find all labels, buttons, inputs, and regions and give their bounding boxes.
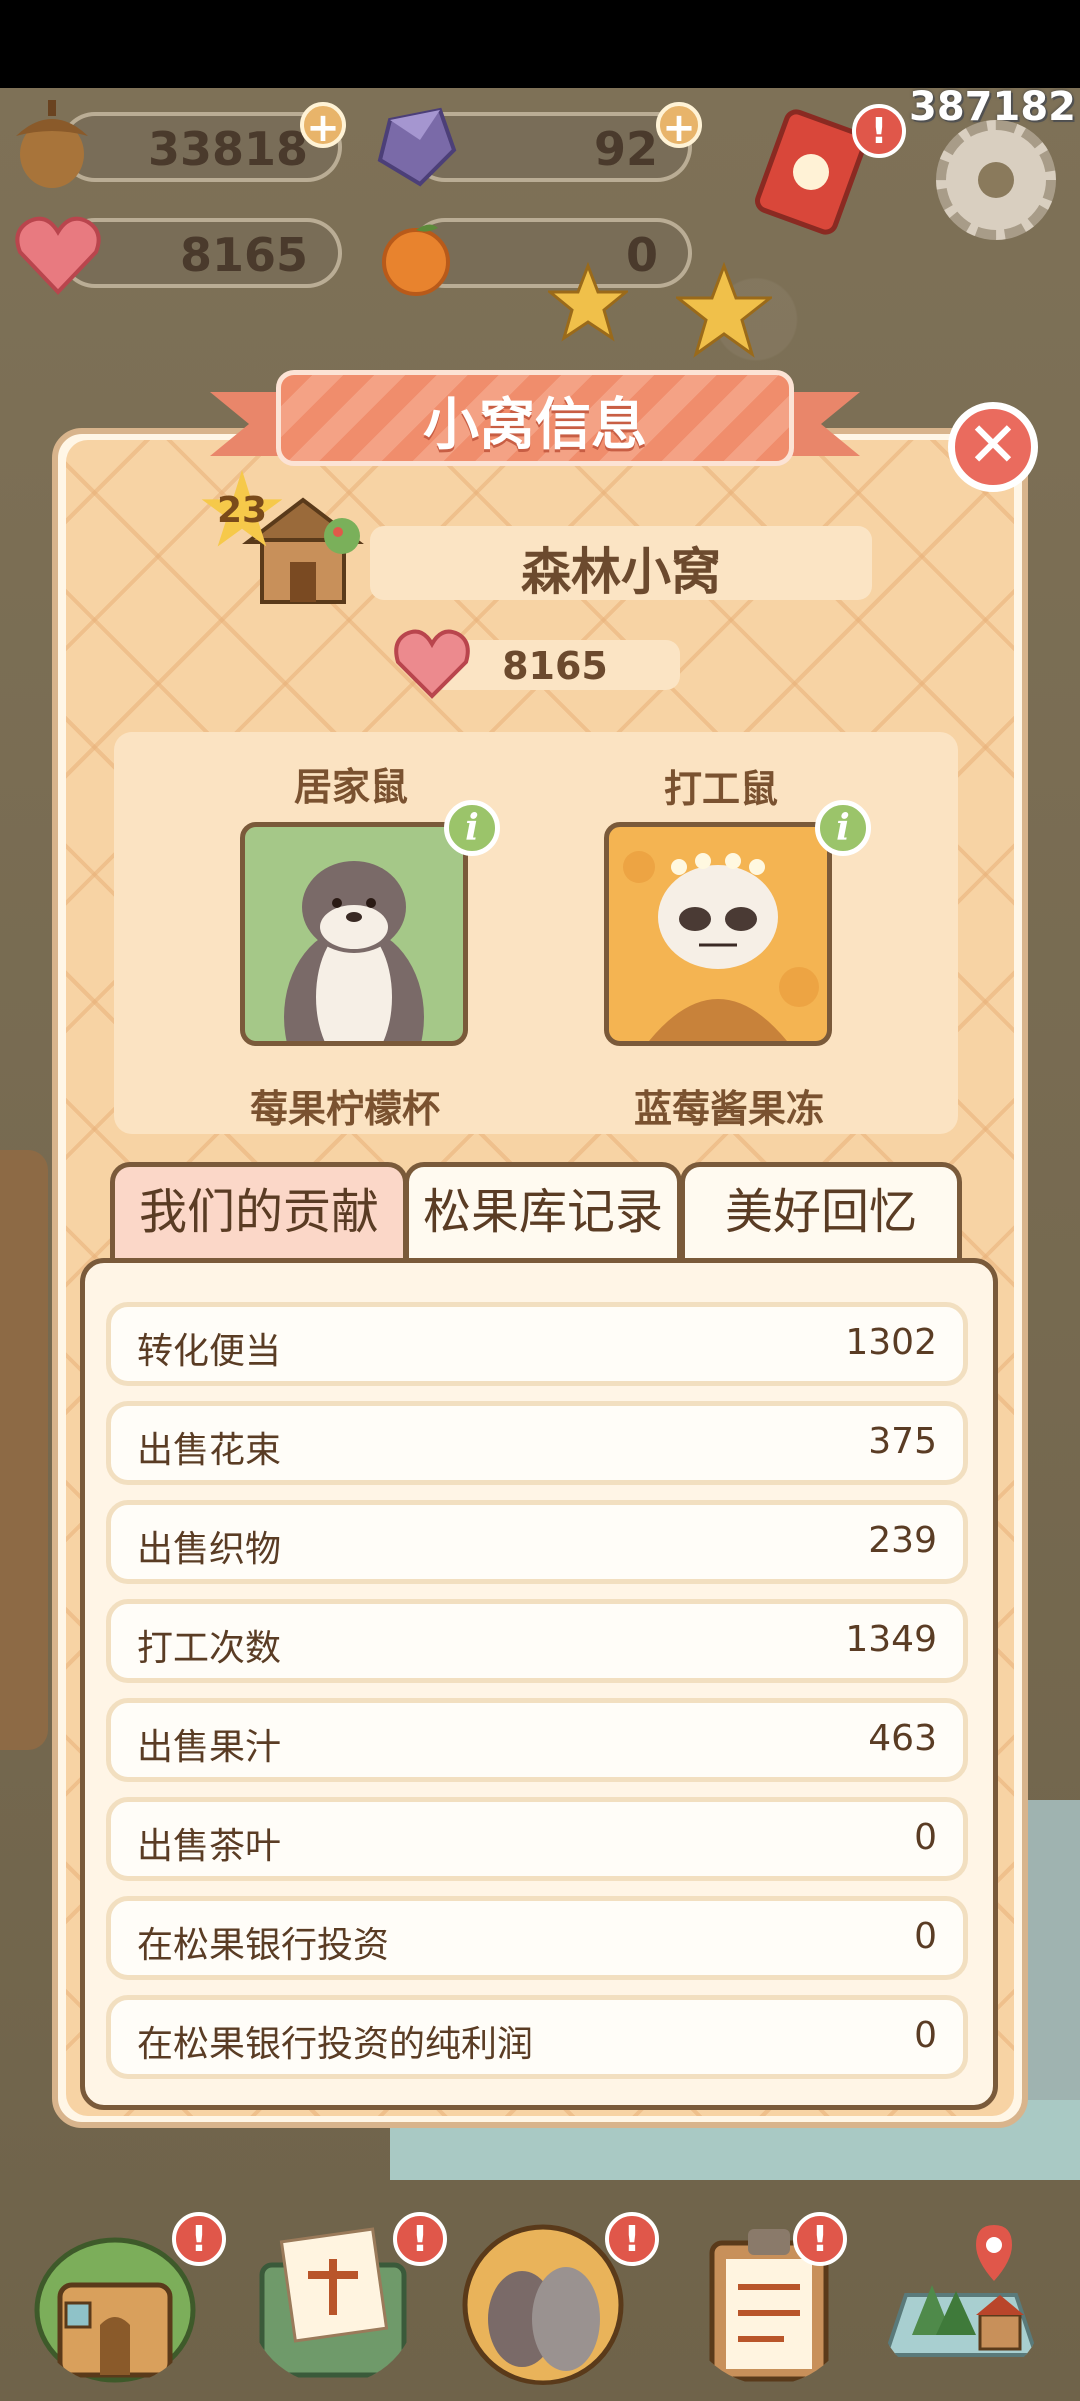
- stat-value: 0: [914, 1817, 937, 1858]
- crystal-icon: [377, 107, 457, 187]
- wall-cabinet-decoration: [0, 1150, 48, 1750]
- stat-row: 出售果汁 463: [106, 1698, 968, 1782]
- gift-alert-badge: !: [852, 104, 906, 158]
- stat-label: 出售花束: [137, 1430, 282, 1471]
- stat-value: 375: [868, 1421, 937, 1462]
- tab-contributions[interactable]: 我们的贡献: [110, 1162, 408, 1262]
- panel-title: 小窝信息: [423, 393, 647, 458]
- house-alert-badge: !: [172, 2212, 226, 2266]
- stat-label: 在松果银行投资: [137, 1925, 390, 1966]
- nest-name-field[interactable]: 森林小窝: [370, 526, 872, 601]
- stat-label: 出售茶叶: [137, 1826, 282, 1867]
- stat-value: 1349: [845, 1619, 937, 1660]
- tab-pinecone-records[interactable]: 松果库记录: [404, 1162, 682, 1262]
- settings-gear-icon[interactable]: [936, 120, 1056, 240]
- add-acorns-button[interactable]: +: [300, 102, 346, 150]
- title-banner: 小窝信息: [210, 370, 860, 470]
- nest-level: 23: [216, 490, 268, 531]
- stat-value: 0: [914, 1916, 937, 1957]
- stat-label: 出售织物: [137, 1529, 282, 1570]
- stat-row: 出售织物 239: [106, 1500, 968, 1584]
- otter-character-icon: [284, 861, 424, 1041]
- furniture-decoration: [1020, 1800, 1080, 2100]
- stat-value: 239: [868, 1520, 937, 1561]
- stat-row: 出售花束 375: [106, 1401, 968, 1485]
- stat-label: 打工次数: [137, 1628, 282, 1669]
- letter-alert-badge: !: [393, 2212, 447, 2266]
- acorn-value: 33818: [147, 122, 308, 176]
- acorn-icon: [16, 100, 88, 188]
- home-mouse-name: 莓果柠檬杯: [250, 1087, 441, 1131]
- orange-icon: [382, 224, 450, 296]
- stat-row: 打工次数 1349: [106, 1599, 968, 1683]
- stat-row: 在松果银行投资 0: [106, 1896, 968, 1980]
- work-mouse-portrait[interactable]: [604, 822, 832, 1046]
- add-crystals-button[interactable]: +: [656, 102, 702, 150]
- map-icon[interactable]: [876, 2215, 1046, 2385]
- pets-alert-badge: !: [605, 2212, 659, 2266]
- heart-gem-icon: [394, 629, 470, 699]
- heart-value: 8165: [179, 228, 308, 282]
- raccoon-character-icon: [623, 851, 819, 1041]
- heart-gem-icon: [15, 216, 101, 295]
- stat-label: 出售果汁: [137, 1727, 282, 1768]
- orange-value: 0: [625, 228, 658, 282]
- stat-label: 在松果银行投资的纯利润: [137, 2024, 534, 2065]
- stat-value: 463: [868, 1718, 937, 1759]
- home-mouse-portrait[interactable]: [240, 822, 468, 1046]
- crystal-value: 92: [593, 122, 658, 176]
- close-button[interactable]: ✕: [948, 402, 1038, 492]
- home-mouse-info-icon[interactable]: i: [444, 800, 500, 856]
- stat-value: 0: [914, 2015, 937, 2056]
- pets-portrait-icon[interactable]: [458, 2215, 628, 2385]
- stat-row: 转化便当 1302: [106, 1302, 968, 1386]
- stat-row: 出售茶叶 0: [106, 1797, 968, 1881]
- resident-role-home: 居家鼠: [294, 765, 409, 809]
- work-mouse-info-icon[interactable]: i: [815, 800, 871, 856]
- work-mouse-name: 蓝莓酱果冻: [634, 1087, 825, 1131]
- nest-name: 森林小窝: [521, 543, 721, 601]
- stat-label: 转化便当: [137, 1331, 282, 1372]
- star-decoration-icon: [548, 262, 628, 342]
- stat-row: 在松果银行投资的纯利润 0: [106, 1995, 968, 2079]
- tab-memories[interactable]: 美好回忆: [680, 1162, 962, 1262]
- star-decoration-icon: [676, 262, 772, 358]
- tasks-alert-badge: !: [793, 2212, 847, 2266]
- stat-value: 1302: [845, 1322, 937, 1363]
- resident-role-work: 打工鼠: [664, 767, 779, 811]
